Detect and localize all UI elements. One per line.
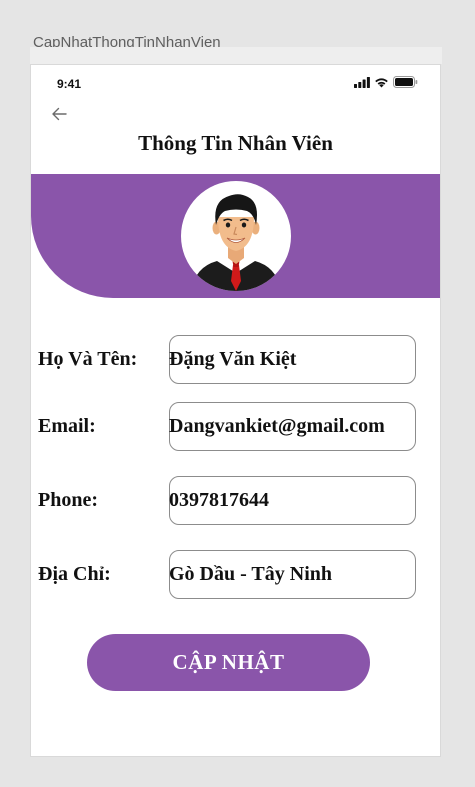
signal-icon — [354, 76, 370, 88]
status-time: 9:41 — [57, 77, 82, 91]
full-name-value: Đặng Văn Kiệt — [169, 348, 297, 370]
address-value: Gò Dầu - Tây Ninh — [169, 563, 333, 585]
frame-top-strip — [30, 47, 442, 64]
phone-screen: 9:41 Thông Tin Nhân Viên Họ Và Tên: Đặng… — [30, 64, 441, 757]
label-full-name: Họ Và Tên: — [38, 348, 138, 370]
update-button-label: CẬP NHẬT — [172, 650, 285, 674]
phone-field[interactable]: 0397817644 — [169, 476, 416, 525]
label-phone: Phone: — [38, 489, 98, 511]
back-button[interactable] — [51, 107, 67, 126]
avatar — [181, 181, 291, 291]
address-field[interactable]: Gò Dầu - Tây Ninh — [169, 550, 416, 599]
full-name-field[interactable]: Đặng Văn Kiệt — [169, 335, 416, 384]
battery-icon — [393, 76, 418, 88]
phone-value: 0397817644 — [169, 489, 269, 511]
arrow-left-icon — [52, 107, 67, 121]
update-button[interactable]: CẬP NHẬT — [87, 634, 370, 691]
label-email: Email: — [38, 415, 96, 437]
email-field[interactable]: Dangvankiet@gmail.com — [169, 402, 416, 451]
wifi-icon — [375, 77, 388, 87]
status-icons — [354, 76, 418, 88]
email-value: Dangvankiet@gmail.com — [169, 415, 385, 437]
page-title: Thông Tin Nhân Viên — [138, 131, 333, 155]
label-address: Địa Chỉ: — [38, 563, 111, 585]
businessman-avatar — [191, 194, 281, 291]
